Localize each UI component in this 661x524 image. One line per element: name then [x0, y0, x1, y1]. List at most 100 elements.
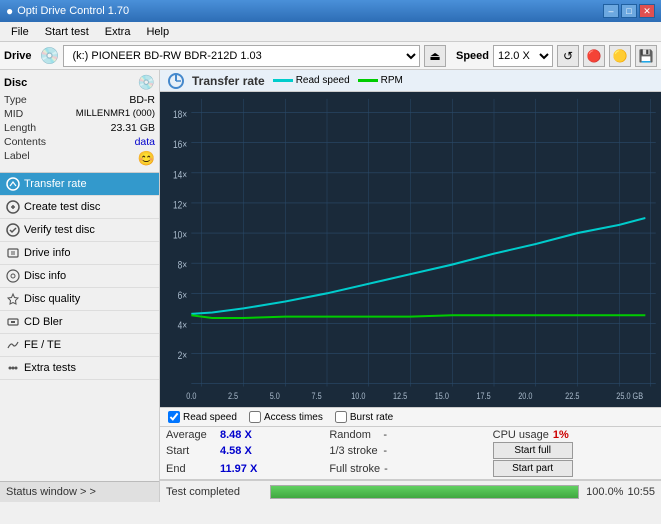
nav-drive-info[interactable]: Drive info	[0, 242, 159, 265]
chart-svg: 18× 16× 14× 12× 10× 8× 6× 4× 2× 0.0 2.5 …	[160, 92, 661, 407]
nav-create-test-disc[interactable]: Create test disc	[0, 196, 159, 219]
legend-read-speed: Read speed	[273, 75, 350, 86]
speed-select[interactable]: 12.0 X	[493, 45, 553, 67]
left-panel: Disc 💿 Type BD-R MID MILLENMR1 (000) Len…	[0, 70, 160, 502]
status-window-button[interactable]: Status window > >	[0, 481, 159, 502]
disc-length-row: Length 23.31 GB	[4, 121, 155, 135]
extra-tests-icon	[6, 361, 20, 375]
stat-cpu: CPU usage 1%	[493, 429, 655, 441]
svg-text:8×: 8×	[178, 260, 188, 272]
menu-start-test[interactable]: Start test	[38, 23, 96, 41]
access-times-checkbox[interactable]	[249, 411, 261, 423]
nav-verify-test-disc-label: Verify test disc	[24, 224, 95, 236]
minimize-button[interactable]: –	[603, 4, 619, 18]
nav-disc-quality-label: Disc quality	[24, 293, 80, 305]
menu-help[interactable]: Help	[139, 23, 176, 41]
drive-bar: Drive 💿 (k:) PIONEER BD-RW BDR-212D 1.03…	[0, 42, 661, 70]
stat-start: Start 4.58 X	[166, 442, 328, 459]
drive-info-icon	[6, 246, 20, 260]
nav-create-test-disc-label: Create test disc	[24, 201, 100, 213]
stat-start-full-row: Start full	[493, 442, 655, 459]
disc-info-icon	[6, 269, 20, 283]
checkbox-read-speed[interactable]: Read speed	[168, 411, 237, 423]
time-display: 10:55	[627, 486, 655, 498]
start-full-button[interactable]: Start full	[493, 442, 573, 459]
status-window-label: Status window > >	[6, 486, 96, 498]
right-panel: Transfer rate Read speed RPM	[160, 70, 661, 502]
menu-extra[interactable]: Extra	[98, 23, 138, 41]
disc-mid-row: MID MILLENMR1 (000)	[4, 107, 155, 121]
stat-random: Random -	[329, 429, 491, 441]
svg-text:6×: 6×	[178, 290, 188, 302]
create-test-disc-icon	[6, 200, 20, 214]
svg-text:7.5: 7.5	[311, 390, 321, 401]
drive-label: Drive	[4, 50, 32, 62]
main-area: Disc 💿 Type BD-R MID MILLENMR1 (000) Len…	[0, 70, 661, 502]
eject-button[interactable]: ⏏	[424, 45, 446, 67]
svg-text:5.0: 5.0	[270, 390, 280, 401]
svg-text:12×: 12×	[173, 199, 187, 211]
legend-rpm-color	[358, 79, 378, 82]
start-part-button[interactable]: Start part	[493, 460, 573, 477]
svg-text:16×: 16×	[173, 139, 187, 151]
icon-btn-2[interactable]: 🟡	[609, 45, 631, 67]
nav-transfer-rate[interactable]: Transfer rate	[0, 173, 159, 196]
status-text: Test completed	[166, 486, 266, 498]
chart-header: Transfer rate Read speed RPM	[160, 70, 661, 92]
speed-label: Speed	[456, 50, 489, 62]
stat-full-stroke: Full stroke -	[329, 460, 491, 477]
checkbox-burst-rate[interactable]: Burst rate	[335, 411, 393, 423]
disc-type-row: Type BD-R	[4, 93, 155, 107]
save-button[interactable]: 💾	[635, 45, 657, 67]
svg-text:17.5: 17.5	[476, 390, 490, 401]
chart-icon	[168, 73, 184, 89]
nav-disc-info[interactable]: Disc info	[0, 265, 159, 288]
chart-title: Transfer rate	[192, 74, 265, 88]
disc-section: Disc 💿 Type BD-R MID MILLENMR1 (000) Len…	[0, 70, 159, 173]
svg-text:22.5: 22.5	[565, 390, 579, 401]
stat-average: Average 8.48 X	[166, 429, 328, 441]
app-title: Opti Drive Control 1.70	[17, 5, 129, 17]
progress-percent: 100.0%	[583, 486, 623, 498]
svg-text:12.5: 12.5	[393, 390, 407, 401]
verify-test-disc-icon	[6, 223, 20, 237]
refresh-button[interactable]: ↺	[557, 45, 579, 67]
nav-fe-te-label: FE / TE	[24, 339, 61, 351]
nav-section: Transfer rate Create test disc Verify te…	[0, 173, 159, 481]
svg-text:10.0: 10.0	[351, 390, 365, 401]
progress-bar	[270, 485, 579, 499]
drive-icon: 💿	[40, 46, 60, 66]
close-button[interactable]: ✕	[639, 4, 655, 18]
svg-text:0.0: 0.0	[186, 390, 196, 401]
transfer-rate-icon	[6, 177, 20, 191]
icon-btn-1[interactable]: 🔴	[583, 45, 605, 67]
nav-verify-test-disc[interactable]: Verify test disc	[0, 219, 159, 242]
stat-1-3-stroke: 1/3 stroke -	[329, 442, 491, 459]
menu-bar: File Start test Extra Help	[0, 22, 661, 42]
burst-rate-checkbox[interactable]	[335, 411, 347, 423]
stat-start-part-row: Start part	[493, 460, 655, 477]
legend-rpm: RPM	[358, 75, 403, 86]
read-speed-checkbox[interactable]	[168, 411, 180, 423]
disc-icon: 💿	[138, 74, 155, 91]
menu-file[interactable]: File	[4, 23, 36, 41]
checkbox-access-times[interactable]: Access times	[249, 411, 323, 423]
progress-bar-area: Test completed 100.0% 10:55	[160, 480, 661, 502]
svg-text:4×: 4×	[178, 320, 188, 332]
svg-text:2×: 2×	[178, 350, 188, 362]
nav-fe-te[interactable]: FE / TE	[0, 334, 159, 357]
stats-grid: Average 8.48 X Random - CPU usage 1% Sta…	[166, 429, 655, 477]
nav-disc-quality[interactable]: Disc quality	[0, 288, 159, 311]
disc-section-title: Disc	[4, 77, 27, 89]
nav-extra-tests-label: Extra tests	[24, 362, 76, 374]
chart-area: 18× 16× 14× 12× 10× 8× 6× 4× 2× 0.0 2.5 …	[160, 92, 661, 407]
disc-quality-icon	[6, 292, 20, 306]
nav-cd-bler[interactable]: CD Bler	[0, 311, 159, 334]
nav-transfer-rate-label: Transfer rate	[24, 178, 87, 190]
app-icon: ●	[6, 4, 13, 18]
maximize-button[interactable]: □	[621, 4, 637, 18]
nav-extra-tests[interactable]: Extra tests	[0, 357, 159, 380]
stats-area: Average 8.48 X Random - CPU usage 1% Sta…	[160, 427, 661, 480]
nav-disc-info-label: Disc info	[24, 270, 66, 282]
drive-select[interactable]: (k:) PIONEER BD-RW BDR-212D 1.03	[63, 45, 420, 67]
